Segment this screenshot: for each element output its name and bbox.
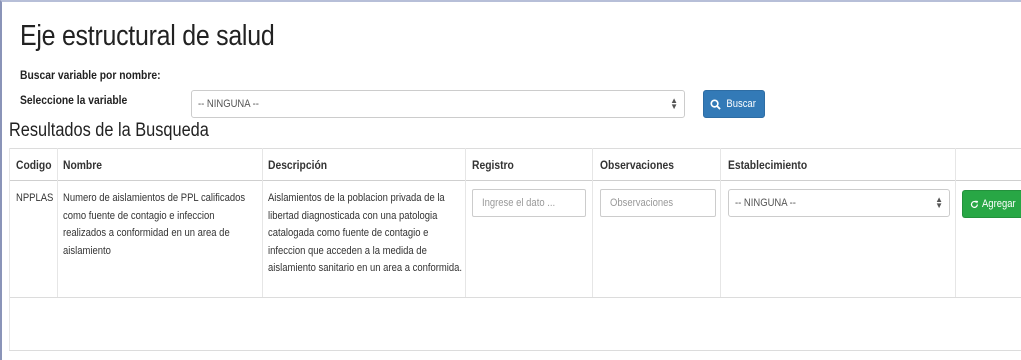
establecimiento-select[interactable]: -- NINGUNA -- ▲ ▼ xyxy=(728,189,950,217)
col-divider xyxy=(465,148,466,297)
header-codigo: Codigo xyxy=(16,158,52,172)
cell-descripcion: Aislamientos de la poblacion privada de … xyxy=(268,192,463,274)
page-title: Eje estructural de salud xyxy=(20,20,275,52)
header-registro: Registro xyxy=(472,158,514,172)
variable-select[interactable]: -- NINGUNA -- ▲ ▼ xyxy=(191,90,685,118)
header-observaciones: Observaciones xyxy=(600,158,675,172)
refresh-icon xyxy=(970,200,979,208)
header-nombre: Nombre xyxy=(63,158,102,172)
table-header-border xyxy=(9,180,1021,181)
add-button-label: Agregar xyxy=(981,198,1016,210)
registro-input[interactable]: Ingrese el dato ... xyxy=(472,189,586,217)
variable-select-value: -- NINGUNA -- xyxy=(198,98,259,110)
col-divider xyxy=(262,148,263,297)
table-row-border xyxy=(9,297,1021,298)
search-button[interactable]: Buscar xyxy=(703,90,765,118)
table-bottom-border xyxy=(9,350,1021,351)
col-divider xyxy=(720,148,721,297)
search-button-label: Buscar xyxy=(726,98,756,110)
results-title: Resultados de la Busqueda xyxy=(9,120,209,141)
header-establecimiento: Establecimiento xyxy=(728,158,808,172)
variable-select-label: Seleccione la variable xyxy=(20,93,128,107)
col-divider xyxy=(955,148,956,297)
search-icon xyxy=(710,98,721,110)
observaciones-input[interactable]: Observaciones xyxy=(600,189,716,217)
establecimiento-select-value: -- NINGUNA -- xyxy=(735,197,796,209)
cell-codigo: NPPLAS xyxy=(16,192,54,204)
cell-nombre: Numero de aislamientos de PPL calificado… xyxy=(63,192,246,257)
col-divider xyxy=(57,148,58,297)
col-divider xyxy=(9,148,10,350)
add-button[interactable]: Agregar xyxy=(962,190,1021,218)
registro-placeholder: Ingrese el dato ... xyxy=(482,197,556,209)
search-label: Buscar variable por nombre: xyxy=(20,68,161,82)
updown-caret-icon: ▲ ▼ xyxy=(670,96,678,111)
observaciones-placeholder: Observaciones xyxy=(610,197,674,209)
header-descripcion: Descripción xyxy=(268,158,328,172)
table-top-border xyxy=(9,148,1021,149)
updown-caret-icon: ▲ ▼ xyxy=(935,195,943,210)
col-divider xyxy=(592,148,593,297)
